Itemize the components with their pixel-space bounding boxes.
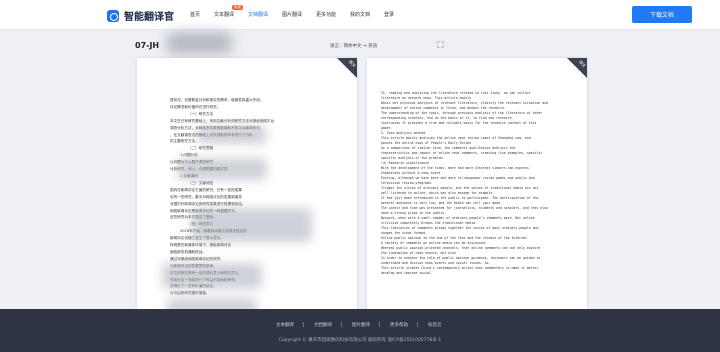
- source-text-line: 也有一些研究，集中对网络评论的发展和演变: [170, 194, 242, 199]
- site-footer: 文本翻译 文档翻译 图片翻译 更多帮助 标签云 Copyright © 重庆市超…: [0, 309, 720, 352]
- app-name: 智能翻译官: [124, 12, 174, 23]
- footer-divider: [417, 322, 418, 327]
- source-text-line: （二）研究思路: [188, 146, 214, 151]
- copyright-text: Copyright © 重庆市超级数码科技有限公司 版权所有 渝ICP备2021…: [278, 338, 442, 343]
- source-text-line: 通过对报纸网络新闻评论的研究: [170, 256, 221, 261]
- source-text-line: 面临新的机遇和挑战。: [170, 249, 206, 254]
- translated-text-body: It, reading and analyzing the literature…: [381, 91, 571, 276]
- footer-divider: [341, 322, 342, 327]
- source-text-line: 国内在新闻评论方面的研究，已有一定的成果: [170, 187, 242, 192]
- footer-divider: [303, 322, 304, 327]
- source-text-line: 对国内外新闻评论的研究成果进行梳理和总结。: [170, 201, 246, 206]
- fullscreen-icon[interactable]: [437, 41, 444, 48]
- translate-logo-icon: [107, 9, 119, 22]
- nav-item-my-documents[interactable]: 我的文档: [350, 11, 370, 18]
- nav-item-image-translate[interactable]: 图片翻译: [282, 11, 302, 18]
- footer-link-more-help[interactable]: 更多帮助: [390, 322, 408, 328]
- source-text-line: 为今后的研究提供借鉴。: [170, 291, 210, 296]
- free-badge: 免费: [232, 5, 243, 10]
- source-text-line: 评论情况和价值所在进行研究。: [170, 104, 221, 109]
- translated-document-page: 译文 It, reading and analyzing the literat…: [367, 58, 587, 330]
- source-text-line: （一）研究方法: [188, 111, 214, 116]
- redacted-blur: [192, 208, 312, 242]
- redacted-blur: [197, 126, 267, 144]
- nav-item-document-translate[interactable]: 文档翻译: [248, 11, 268, 18]
- footer-divider: [379, 322, 380, 327]
- footer-link-document-translate[interactable]: 文档翻译: [314, 322, 332, 328]
- nav-item-text-translate[interactable]: 文本翻译: [214, 11, 234, 18]
- footer-link-tag-cloud[interactable]: 标签云: [428, 322, 442, 328]
- source-text-line: 特别是在新媒体环境下，报纸新闻评论: [170, 243, 232, 248]
- source-document-page: 原文 费状况，也是数量分析和现实的需求，能够发挥重大作用。 评论情况和价值所在进行…: [137, 58, 357, 330]
- top-navbar: 智能翻译官 首页 文本翻译 文档翻译 图片翻译 更多功能 我的文档 登录 免费 …: [0, 0, 720, 30]
- language-direction: 语言：简体中文 ⇒ 英语: [330, 44, 378, 49]
- redacted-blur: [162, 263, 262, 289]
- nav-item-home[interactable]: 首页: [190, 11, 200, 18]
- download-document-button[interactable]: 下载文档: [632, 6, 692, 23]
- app-logo[interactable]: 智能翻译官: [107, 8, 174, 23]
- source-text-line: 本文在已有研究基础上，采用文献分析的研究方法对报纸网络平台: [170, 118, 275, 123]
- footer-link-image-translate[interactable]: 图片翻译: [352, 322, 370, 328]
- nav-item-login[interactable]: 登录: [384, 11, 394, 18]
- document-title: 07-JH: [135, 41, 160, 50]
- nav-item-more-features[interactable]: 更多功能: [316, 11, 336, 18]
- source-text-line: （三）文献综述: [188, 180, 214, 185]
- redacted-title-blur: [166, 32, 232, 54]
- source-text-line: 费状况，也是数量分析和现实的需求，能够发挥重大作用。: [170, 98, 264, 102]
- translated-text-line: develop and improve social.: [381, 271, 433, 275]
- footer-link-text-translate[interactable]: 文本翻译: [276, 322, 294, 328]
- redacted-blur: [177, 158, 267, 180]
